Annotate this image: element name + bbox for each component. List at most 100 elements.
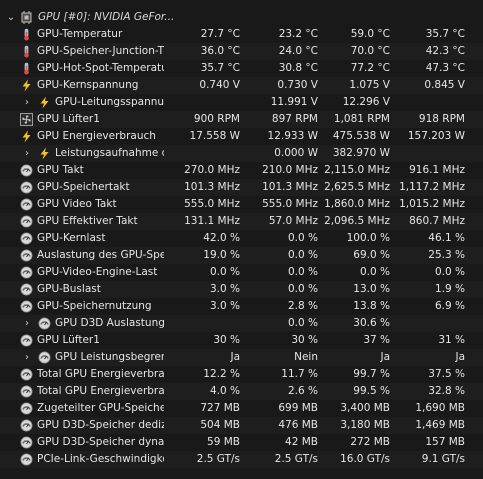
sensor-row[interactable]: GPU D3D-Speicher dyna... 59 MB 42 MB 272 MB… [0,434,483,451]
maximum-value: 99.7 % [353,368,390,380]
gauge-icon [38,351,51,364]
minimum-value: 42 MB [285,436,318,448]
maximum-value: 1,081 RPM [333,113,390,125]
average-value: 46.1 % [428,232,465,244]
sensor-row[interactable]: Total GPU Energieverbra... 4.0 % 2.6 % 99.5… [0,383,483,400]
sensor-label: GPU Video Takt [37,198,117,210]
sensor-row[interactable]: GPU-Kernspannung 0.740 V 0.730 V 1.075 V 0.8… [0,77,483,94]
sensor-row[interactable]: GPU Video Takt 555.0 MHz 555.0 MHz 1,860.0 … [0,196,483,213]
minimum-value: 0.730 V [277,79,318,91]
maximum-value: 13.0 % [353,283,390,295]
sensor-row[interactable]: GPU Effektiver Takt 131.1 MHz 57.0 MHz 2,09… [0,213,483,230]
average-value: 1,469 MB [415,419,465,431]
sensor-row[interactable]: GPU-Temperatur 27.7 °C 23.2 °C 59.0 °C 35.7 … [0,26,483,43]
current-value: 0.0 % [209,266,240,278]
sensor-row[interactable]: GPU Energieverbrauch 17.558 W 12.933 W 475.… [0,128,483,145]
sensor-label: GPU-Speichernutzung [37,300,152,312]
chevron-right-icon[interactable]: › [22,315,32,332]
current-value: 17.558 W [189,130,240,142]
minimum-value: 12.933 W [267,130,318,142]
maximum-value: 0.0 % [359,266,390,278]
sensor-row[interactable]: GPU-Speicher-Junction-T... 36.0 °C 24.0 °C… [0,43,483,60]
gauge-icon [20,215,33,228]
sensor-row[interactable]: GPU Lüfter1 30 % 30 % 37 % 31 % [0,332,483,349]
gauge-icon [20,419,33,432]
maximum-value: 100.0 % [346,232,390,244]
sensor-row[interactable]: Auslastung des GPU-Spe... 19.0 % 0.0 % 69.0… [0,247,483,264]
sensor-label: GPU-Leitungsspannu... [55,96,164,108]
maximum-value: 382.970 W [332,147,390,159]
gauge-icon [20,402,33,415]
gauge-icon [20,266,33,279]
current-value: 504 MB [200,419,240,431]
sensor-label: GPU-Temperatur [37,28,123,40]
current-value: 12.2 % [203,368,240,380]
sensor-row[interactable]: GPU-Kernlast 42.0 % 0.0 % 100.0 % 46.1 % [0,230,483,247]
gauge-icon [20,283,33,296]
minimum-value: 0.0 % [287,283,318,295]
gauge-icon [20,164,33,177]
sensor-label: Total GPU Energieverbra... [37,368,164,380]
chevron-down-icon[interactable]: ⌄ [6,9,16,26]
sensor-label: GPU D3D-Speicher dyna... [37,436,164,448]
minimum-value: 0.0 % [287,249,318,261]
current-value: 3.0 % [209,283,240,295]
sensor-row[interactable]: › GPU Leistungsbegren... Ja Nein Ja Ja [0,349,483,366]
current-value: 27.7 °C [200,28,240,40]
sensor-label: Total GPU Energieverbra... [37,385,164,397]
maximum-value: 30.6 % [353,317,390,329]
current-value: 270.0 MHz [184,164,240,176]
current-value: 131.1 MHz [184,215,240,227]
average-value: Ja [455,351,465,363]
maximum-value: 2,115.0 MHz [324,164,390,176]
current-value: 3.0 % [209,300,240,312]
sensor-row[interactable]: GPU-Video-Engine-Last 0.0 % 0.0 % 0.0 % 0.0 … [0,264,483,281]
sensor-row[interactable]: GPU D3D-Speicher dediz... 504 MB 476 MB 3,1… [0,417,483,434]
sensor-label: PCIe-Link-Geschwindigkeit [37,453,164,465]
chevron-right-icon[interactable]: › [22,145,32,162]
sensor-panel: ⌄ GPU [#0]: NVIDIA GeFor... GPU-Temperat… [0,0,483,479]
sensor-row[interactable]: Total GPU Energieverbra... 12.2 % 11.7 % 99… [0,366,483,383]
minimum-value: 210.0 MHz [262,164,318,176]
maximum-value: 3,180 MB [340,419,390,431]
current-value: 35.7 °C [200,62,240,74]
lightning-icon [38,96,51,109]
fan-icon [20,113,33,126]
current-value: 19.0 % [203,249,240,261]
average-value: 0.845 V [424,79,465,91]
sensor-row[interactable]: GPU-Speichertakt 101.3 MHz 101.3 MHz 2,625.… [0,179,483,196]
average-value: 157.203 W [407,130,465,142]
sensor-label: GPU-Speichertakt [37,181,130,193]
gpu-group-header[interactable]: ⌄ GPU [#0]: NVIDIA GeFor... [0,9,483,26]
gauge-icon [38,317,51,330]
sensor-row[interactable]: GPU Takt 270.0 MHz 210.0 MHz 2,115.0 MHz 916… [0,162,483,179]
minimum-value: 555.0 MHz [262,198,318,210]
sensor-row[interactable]: › GPU D3D Auslastungen 0.0 % 30.6 % [0,315,483,332]
sensor-row[interactable]: GPU-Speichernutzung 3.0 % 2.8 % 13.8 % 6.9 % [0,298,483,315]
current-value: 36.0 °C [200,45,240,57]
chevron-right-icon[interactable]: › [22,349,32,366]
sensor-row[interactable]: Zugeteilter GPU-Speicher 727 MB 699 MB 3,40… [0,400,483,417]
minimum-value: 57.0 MHz [268,215,318,227]
average-value: 37.5 % [428,368,465,380]
sensor-row[interactable]: › GPU-Leitungsspannu... 11.991 V 12.296 V [0,94,483,111]
minimum-value: 11.991 V [270,96,318,108]
minimum-value: Nein [294,351,318,363]
sensor-row[interactable]: GPU-Hot-Spot-Temperatur 35.7 °C 30.8 °C 77.… [0,60,483,77]
gauge-icon [20,198,33,211]
sensor-row[interactable]: › Leistungsaufnahme d... 0.000 W 382.970 W [0,145,483,162]
maximum-value: 37 % [363,334,390,346]
chevron-right-icon[interactable]: › [22,94,32,111]
sensor-row[interactable]: PCIe-Link-Geschwindigkeit 2.5 GT/s 2.5 GT/… [0,451,483,468]
gauge-icon [20,385,33,398]
minimum-value: 2.8 % [287,300,318,312]
sensor-row[interactable]: GPU Lüfter1 900 RPM 897 RPM 1,081 RPM 918 RP… [0,111,483,128]
current-value: 4.0 % [209,385,240,397]
sensor-label: GPU-Video-Engine-Last [37,266,158,278]
sensor-row[interactable]: GPU-Buslast 3.0 % 0.0 % 13.0 % 1.9 % [0,281,483,298]
gauge-icon [20,453,33,466]
current-value: 0.740 V [199,79,240,91]
maximum-value: 1,860.0 MHz [324,198,390,210]
sensor-label: GPU-Speicher-Junction-T... [37,45,164,57]
current-value: 101.3 MHz [184,181,240,193]
